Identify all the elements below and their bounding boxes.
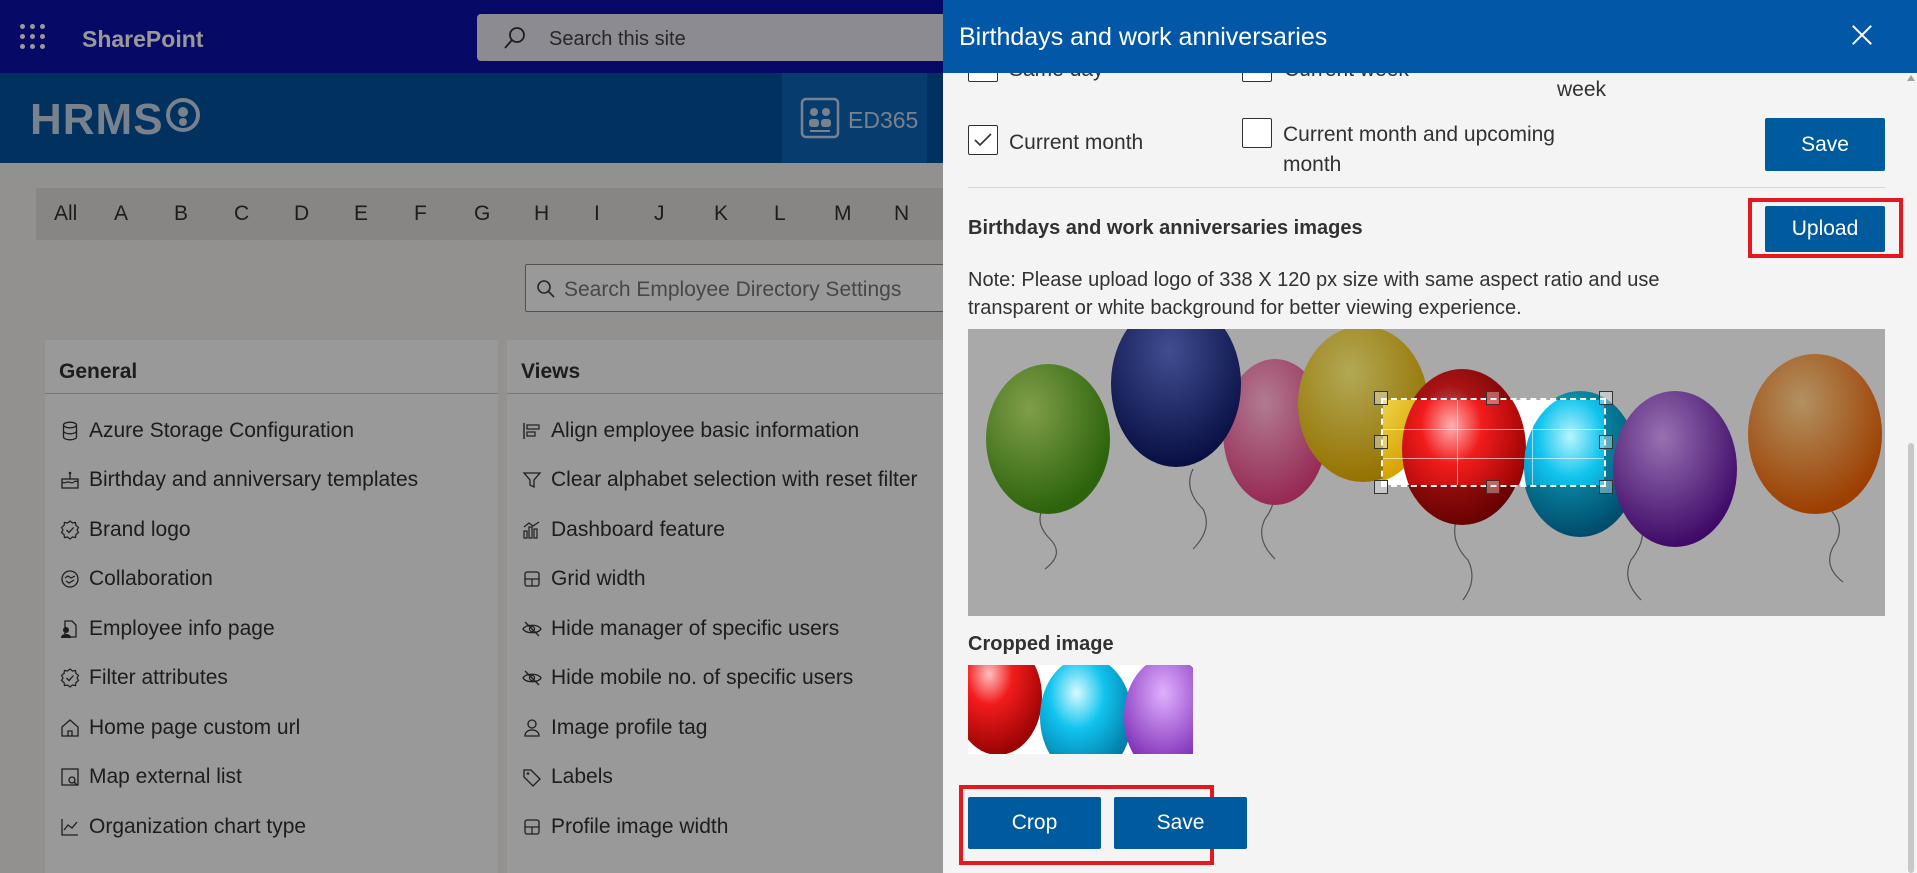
crop-handle-top-left[interactable] [1374,391,1388,405]
current-month-label: Current month [1009,131,1144,154]
crop-selection[interactable] [1381,398,1606,487]
crop-handle-left[interactable] [1374,435,1388,449]
cropped-image-title: Cropped image [968,633,1114,655]
upload-note: Note: Please upload logo of 338 X 120 px… [968,269,1660,319]
modal-overlay[interactable] [0,0,943,873]
crop-handle-right[interactable] [1599,435,1613,449]
panel-title: Birthdays and work anniversaries [959,23,1328,51]
balloons-image-bright [1383,400,1604,485]
current-and-upcoming-month-label-line1: Current month and upcoming [1283,123,1555,146]
crop-grid-line [1383,429,1604,430]
crop-button[interactable]: Crop [968,797,1101,849]
birthdays-settings-panel: Birthdays and work anniversaries Same da… [943,0,1917,873]
crop-grid-line [1532,400,1533,485]
crop-handle-bottom-left[interactable] [1374,480,1388,494]
crop-handle-top-right[interactable] [1599,391,1613,405]
upload-button[interactable]: Upload [1765,206,1885,252]
section-divider [968,187,1885,188]
scroll-up-icon[interactable] [1907,75,1915,81]
cropped-image-preview [968,665,1193,754]
current-month-checkbox[interactable] [968,125,998,155]
current-and-upcoming-month-checkbox[interactable] [1242,118,1272,148]
checkmark-icon [974,133,992,147]
crop-grid-line [1457,400,1458,485]
images-section-title: Birthdays and work anniversaries images [968,217,1363,239]
save-period-button[interactable]: Save [1765,118,1885,171]
panel-header-overlay: Birthdays and work anniversaries [943,0,1917,73]
crop-selection-preview [1383,400,1604,485]
image-cropper[interactable] [968,329,1885,616]
current-and-upcoming-month-label-line2: month [1283,153,1342,176]
scroll-thumb[interactable] [1908,443,1914,873]
crop-handle-bottom-right[interactable] [1599,480,1613,494]
close-icon[interactable] [1847,20,1877,50]
crop-handle-bottom[interactable] [1486,480,1500,494]
crop-grid-line [1383,458,1604,459]
save-image-button[interactable]: Save [1114,797,1247,849]
upcoming-week-label-tail: week [1557,78,1607,101]
crop-handle-top[interactable] [1486,391,1500,405]
cropped-balloons-image [968,665,1193,754]
panel-scrollbar[interactable] [1905,73,1917,873]
